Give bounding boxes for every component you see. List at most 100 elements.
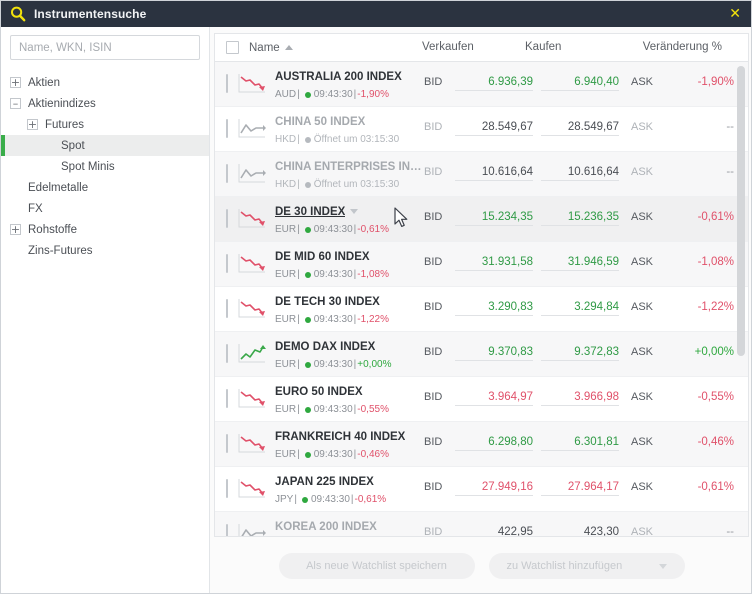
close-icon[interactable]: ✕ bbox=[725, 5, 745, 23]
ask-label: ASK bbox=[631, 256, 653, 268]
row-checkbox[interactable] bbox=[226, 119, 228, 138]
row-checkbox-cell bbox=[215, 525, 237, 537]
window-titlebar: Instrumentensuche ✕ bbox=[1, 1, 752, 27]
sparkline-down-icon bbox=[237, 297, 267, 321]
ask-label: ASK bbox=[631, 121, 653, 133]
chevron-down-icon[interactable] bbox=[350, 209, 358, 214]
column-header-name[interactable]: Name bbox=[249, 42, 293, 54]
table-row[interactable]: DE 30 INDEXEUR |09:43:30 | -0,61%BID15.2… bbox=[215, 197, 748, 242]
table-body: AUSTRALIA 200 INDEXAUD |09:43:30 | -1,90… bbox=[215, 62, 748, 537]
meta-separator: | bbox=[297, 224, 300, 235]
column-header-buy[interactable]: Kaufen bbox=[525, 41, 561, 53]
quote-time: 09:43:30 bbox=[314, 89, 353, 100]
inline-change-percent: -1,08% bbox=[357, 269, 389, 280]
row-checkbox[interactable] bbox=[226, 389, 228, 408]
column-header-change[interactable]: Veränderung % bbox=[643, 41, 722, 53]
ask-price: 15.236,35 bbox=[541, 211, 619, 226]
expand-icon[interactable]: + bbox=[10, 77, 21, 88]
ask-price: 31.946,59 bbox=[541, 256, 619, 271]
select-all-checkbox[interactable] bbox=[226, 41, 239, 54]
tree-item-zins-futures[interactable]: Zins-Futures bbox=[1, 240, 209, 261]
table-row[interactable]: JAPAN 225 INDEXJPY |09:43:30 | -0,61%BID… bbox=[215, 467, 748, 512]
instrument-name-cell: CHINA ENTERPRISES IND...HKD |Öffnet um 0… bbox=[275, 158, 430, 190]
row-checkbox[interactable] bbox=[226, 74, 228, 93]
tree-item-label: FX bbox=[28, 203, 43, 215]
save-as-new-watchlist-button[interactable]: Als neue Watchlist speichern bbox=[279, 553, 475, 579]
tree-item-spot-minis[interactable]: Spot Minis bbox=[1, 156, 209, 177]
ask-label: ASK bbox=[631, 481, 653, 493]
change-percent: -1,08% bbox=[698, 256, 734, 268]
inline-change-percent: +0,00% bbox=[357, 359, 391, 370]
ask-label: ASK bbox=[631, 436, 653, 448]
instrument-name[interactable]: CHINA ENTERPRISES IND... bbox=[275, 161, 425, 173]
instrument-name[interactable]: FRANKREICH 40 INDEX bbox=[275, 431, 405, 443]
ask-price: 10.616,64 bbox=[541, 166, 619, 181]
ask-price: 3.294,84 bbox=[541, 301, 619, 316]
table-row[interactable]: DE TECH 30 INDEXEUR |09:43:30 | -1,22%BI… bbox=[215, 287, 748, 332]
row-checkbox[interactable] bbox=[226, 299, 228, 318]
table-row[interactable]: AUSTRALIA 200 INDEXAUD |09:43:30 | -1,90… bbox=[215, 62, 748, 107]
instrument-name-cell: DE TECH 30 INDEXEUR |09:43:30 | -1,22% bbox=[275, 293, 430, 325]
ask-label: ASK bbox=[631, 301, 653, 313]
sidebar: +Aktien–Aktienindizes+FuturesSpotSpot Mi… bbox=[1, 27, 210, 594]
instrument-name[interactable]: DE MID 60 INDEX bbox=[275, 251, 370, 263]
table-row[interactable]: KOREA 200 INDEXKRW |Öffnet um 02:00:30BI… bbox=[215, 512, 748, 537]
search-box[interactable] bbox=[10, 35, 200, 60]
expand-icon[interactable]: + bbox=[10, 224, 21, 235]
row-checkbox[interactable] bbox=[226, 434, 228, 453]
currency-code: HKD bbox=[275, 134, 296, 145]
add-to-watchlist-button[interactable]: zu Watchlist hinzufügen bbox=[489, 553, 685, 579]
instrument-name-cell: DE 30 INDEXEUR |09:43:30 | -0,61% bbox=[275, 203, 430, 235]
currency-code: EUR bbox=[275, 269, 296, 280]
inline-change-percent: -1,90% bbox=[357, 89, 389, 100]
column-header-sell[interactable]: Verkaufen bbox=[422, 41, 474, 53]
tree-item-rohstoffe[interactable]: +Rohstoffe bbox=[1, 219, 209, 240]
tree-item-edelmetalle[interactable]: Edelmetalle bbox=[1, 177, 209, 198]
tree-item-fx[interactable]: FX bbox=[1, 198, 209, 219]
tree-item-futures[interactable]: +Futures bbox=[1, 114, 209, 135]
instrument-name[interactable]: CHINA 50 INDEX bbox=[275, 116, 365, 128]
meta-separator: | bbox=[354, 404, 357, 415]
bid-label: BID bbox=[424, 526, 442, 537]
status-dot-open bbox=[305, 452, 311, 458]
collapse-icon[interactable]: – bbox=[10, 98, 21, 109]
inline-change-percent: -0,46% bbox=[357, 449, 389, 460]
table-row[interactable]: DE MID 60 INDEXEUR |09:43:30 | -1,08%BID… bbox=[215, 242, 748, 287]
instrument-name[interactable]: DE TECH 30 INDEX bbox=[275, 296, 380, 308]
tree-item-label: Zins-Futures bbox=[28, 245, 93, 257]
table-row[interactable]: CHINA ENTERPRISES IND...HKD |Öffnet um 0… bbox=[215, 152, 748, 197]
instrument-name[interactable]: KOREA 200 INDEX bbox=[275, 521, 377, 533]
table-row[interactable]: EURO 50 INDEXEUR |09:43:30 | -0,55%BID3.… bbox=[215, 377, 748, 422]
table-row[interactable]: CHINA 50 INDEXHKD |Öffnet um 03:15:30BID… bbox=[215, 107, 748, 152]
row-checkbox[interactable] bbox=[226, 344, 228, 363]
bid-label: BID bbox=[424, 301, 442, 313]
sparkline-down-icon bbox=[237, 207, 267, 231]
row-checkbox[interactable] bbox=[226, 254, 228, 273]
table-row[interactable]: FRANKREICH 40 INDEXEUR |09:43:30 | -0,46… bbox=[215, 422, 748, 467]
instrument-name[interactable]: JAPAN 225 INDEX bbox=[275, 476, 374, 488]
tree-item-aktien[interactable]: +Aktien bbox=[1, 72, 209, 93]
tree-item-aktienindizes[interactable]: –Aktienindizes bbox=[1, 93, 209, 114]
expand-icon[interactable]: + bbox=[27, 119, 38, 130]
row-checkbox-cell bbox=[215, 75, 237, 93]
tree-item-spot[interactable]: Spot bbox=[1, 135, 209, 156]
sparkline-up-icon bbox=[237, 342, 267, 366]
table-row[interactable]: DEMO DAX INDEXEUR |09:43:30 | +0,00%BID9… bbox=[215, 332, 748, 377]
ask-price: 3.966,98 bbox=[541, 391, 619, 406]
row-checkbox[interactable] bbox=[226, 209, 228, 228]
instrument-name[interactable]: DEMO DAX INDEX bbox=[275, 341, 375, 353]
row-checkbox[interactable] bbox=[226, 524, 228, 537]
currency-code: EUR bbox=[275, 224, 296, 235]
row-checkbox[interactable] bbox=[226, 164, 228, 183]
search-input[interactable] bbox=[19, 42, 191, 54]
sparkline-down-icon bbox=[237, 387, 267, 411]
vertical-scrollbar[interactable] bbox=[737, 66, 745, 356]
instrument-name[interactable]: DE 30 INDEX bbox=[275, 206, 345, 218]
row-checkbox[interactable] bbox=[226, 479, 228, 498]
row-checkbox-cell bbox=[215, 480, 237, 498]
results-panel: Name Verkaufen Kaufen Veränderung % AUST… bbox=[210, 27, 752, 594]
select-all-cell bbox=[215, 41, 249, 54]
instrument-name[interactable]: EURO 50 INDEX bbox=[275, 386, 363, 398]
instrument-name[interactable]: AUSTRALIA 200 INDEX bbox=[275, 71, 402, 83]
ask-price: 6.940,40 bbox=[541, 76, 619, 91]
